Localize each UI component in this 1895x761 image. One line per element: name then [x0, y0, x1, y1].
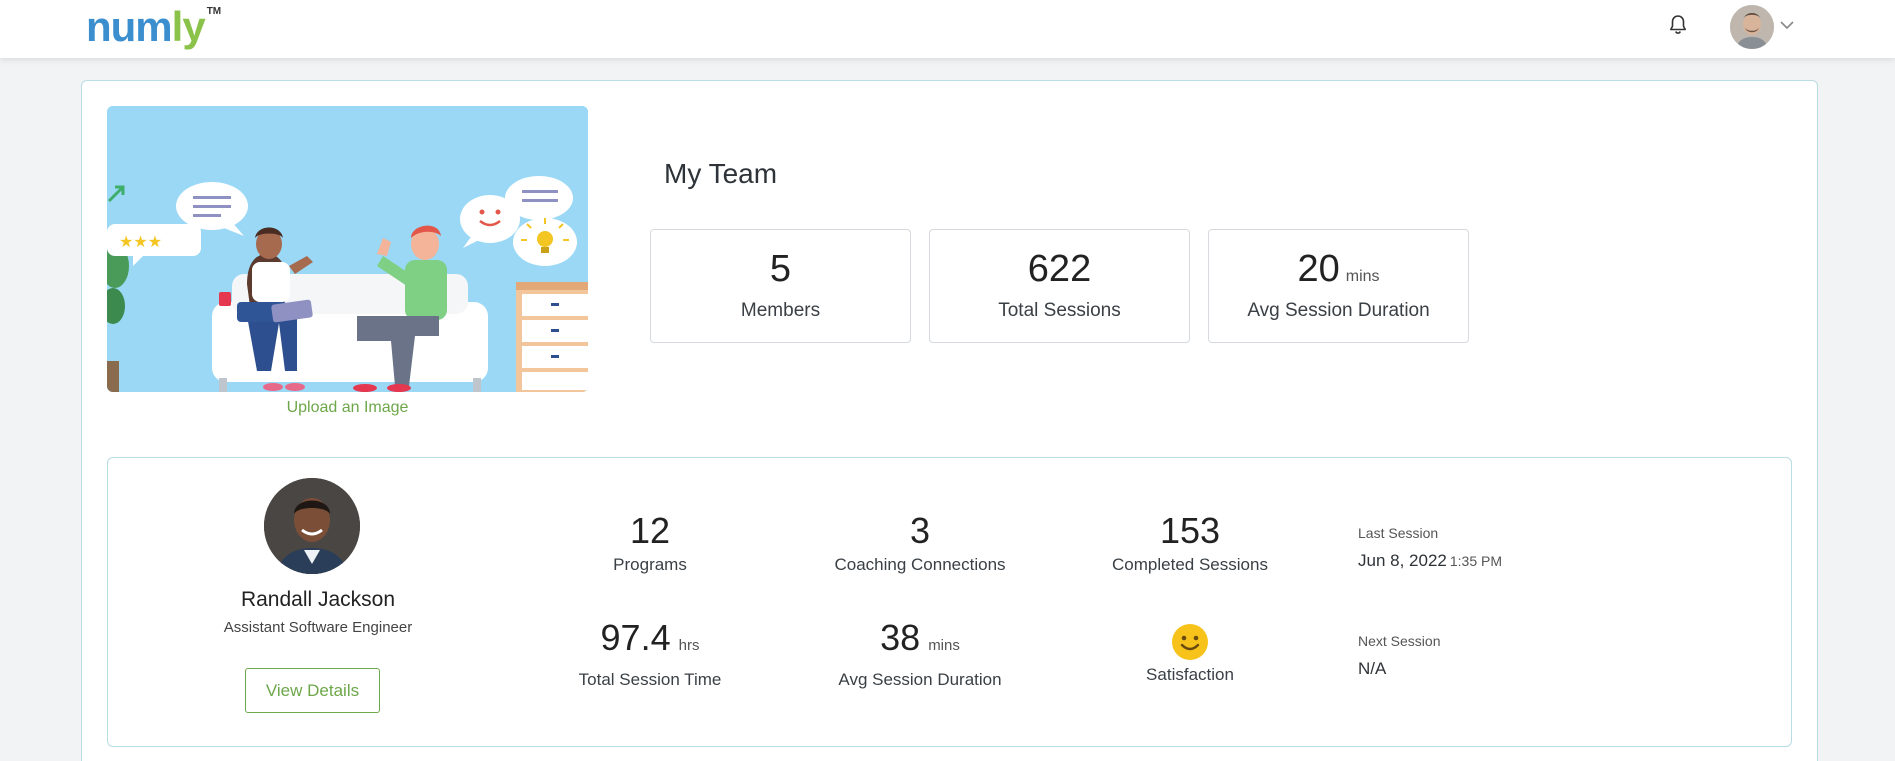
user-avatar[interactable]	[1730, 5, 1774, 49]
next-session-value: N/A	[1358, 659, 1387, 678]
stat-label: Coaching Connections	[834, 555, 1006, 574]
stat-card-total-sessions: 622 Total Sessions	[929, 229, 1190, 343]
stat-programs: 12 Programs	[530, 511, 770, 575]
stat-value: 97.4 hrs	[600, 617, 700, 658]
logo-text-num: num	[86, 3, 173, 50]
stat-coaching-connections: 3 Coaching Connections	[800, 511, 1040, 575]
stat-value: 3	[909, 510, 931, 551]
member-name: Randall Jackson	[240, 588, 396, 611]
next-session-label: Next Session	[1358, 633, 1441, 649]
stat-value: 20 mins	[1297, 248, 1380, 290]
stat-label: Avg Session Duration	[1247, 300, 1430, 321]
view-details-button[interactable]: View Details	[245, 668, 380, 713]
stat-label: Total Session Time	[578, 670, 722, 689]
upload-image-link[interactable]: Upload an Image	[107, 399, 588, 417]
numly-logo[interactable]: num ly TM	[86, 4, 221, 54]
last-session-label: Last Session	[1358, 525, 1439, 541]
stat-value: 153	[1159, 510, 1221, 551]
bell-icon[interactable]	[1666, 13, 1690, 37]
stat-unit: mins	[928, 637, 960, 654]
member-avatar	[264, 478, 360, 574]
stat-label: Members	[740, 300, 821, 321]
stat-label: Completed Sessions	[1112, 555, 1268, 574]
stat-total-session-time: 97.4 hrs Total Session Time	[530, 618, 770, 690]
stat-value: 12	[629, 510, 671, 551]
stat-avg-session-duration: 38 mins Avg Session Duration	[800, 618, 1040, 690]
stat-label: Programs	[613, 555, 687, 574]
stat-value: 622	[1027, 248, 1092, 290]
stat-completed-sessions: 153 Completed Sessions	[1070, 511, 1310, 575]
svg-text:★★★: ★★★	[119, 232, 162, 251]
last-session-value: Jun 8, 2022 1:35 PM	[1358, 551, 1502, 570]
stat-card-members: 5 Members	[650, 229, 911, 343]
stat-value: 5	[769, 248, 792, 290]
team-banner-image: ★★★	[107, 106, 588, 392]
stat-label: Avg Session Duration	[838, 670, 1002, 689]
page-title: My Team	[664, 158, 778, 189]
member-role: Assistant Software Engineer	[223, 619, 413, 636]
stat-label: Total Sessions	[998, 300, 1121, 321]
smiley-icon	[1171, 623, 1209, 661]
stat-value: 38 mins	[880, 617, 960, 658]
stat-satisfaction: Satisfaction	[1070, 623, 1310, 685]
top-bar: num ly TM	[0, 0, 1895, 58]
stat-unit: hrs	[678, 637, 700, 654]
logo-text-ly: ly	[171, 3, 206, 50]
stat-unit: mins	[1345, 268, 1380, 285]
logo-trademark: TM	[206, 6, 222, 17]
stat-label: Satisfaction	[1146, 665, 1234, 684]
last-session-time: 1:35 PM	[1449, 553, 1502, 569]
chevron-down-icon[interactable]	[1779, 17, 1795, 33]
stat-card-avg-session-duration: 20 mins Avg Session Duration	[1208, 229, 1469, 343]
